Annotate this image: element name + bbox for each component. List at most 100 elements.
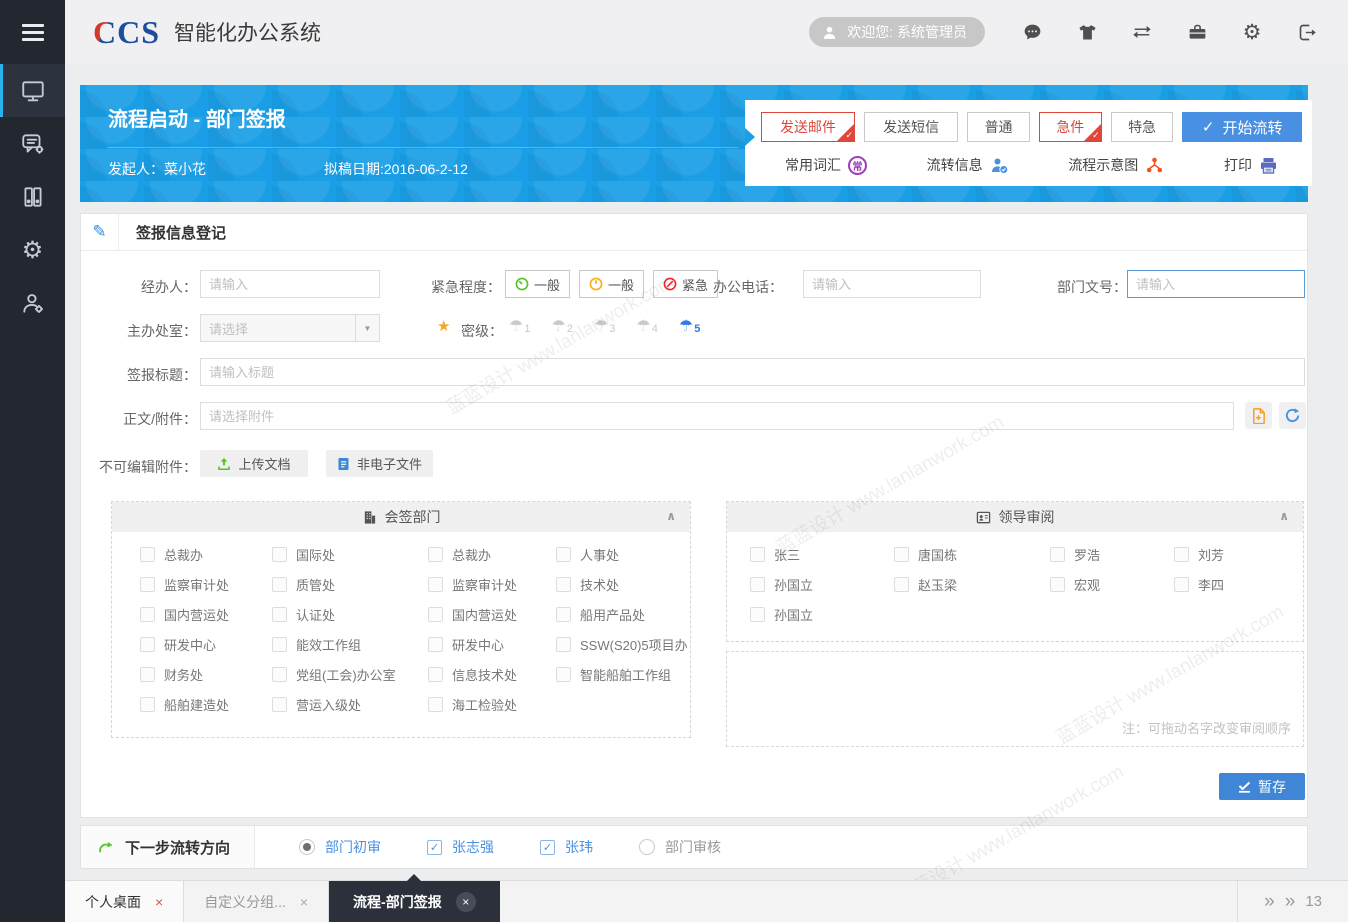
countersign-item[interactable]: 国内营运处 <box>140 605 272 624</box>
checkbox[interactable] <box>428 577 443 592</box>
countersign-item[interactable]: 信息技术处 <box>428 665 556 684</box>
tab-personal-desktop[interactable]: 个人桌面 × <box>65 881 184 922</box>
theme-skin-icon[interactable] <box>1076 21 1098 43</box>
countersign-item[interactable]: 国内营运处 <box>428 605 556 624</box>
flow-diagram-link[interactable]: 流程示意图 <box>1068 155 1164 175</box>
checkbox[interactable] <box>1174 577 1189 592</box>
close-icon[interactable]: × <box>456 892 476 912</box>
checkbox[interactable] <box>556 637 571 652</box>
dropdown-arrow-icon[interactable]: ▼ <box>355 315 379 341</box>
sidebar-item-archives[interactable] <box>0 170 65 223</box>
swap-arrows-icon[interactable] <box>1131 21 1153 43</box>
checkbox[interactable] <box>272 577 287 592</box>
countersign-item[interactable]: 智能船舶工作组 <box>556 665 690 684</box>
checkbox[interactable] <box>428 637 443 652</box>
countersign-item[interactable]: 总裁办 <box>140 545 272 564</box>
priority-extra-urgent-button[interactable]: 特急 <box>1111 112 1174 142</box>
review-order-dropzone[interactable]: 注：可拖动名字改变审阅顺序 <box>726 651 1304 747</box>
secrecy-level-5-selected[interactable]: ☂5 <box>679 316 700 335</box>
handler-input[interactable] <box>200 270 380 298</box>
sidebar-item-desktop[interactable] <box>0 64 65 117</box>
checkbox[interactable] <box>272 607 287 622</box>
countersign-item[interactable]: 认证处 <box>272 605 428 624</box>
checkbox[interactable] <box>750 607 765 622</box>
upload-doc-button[interactable]: 上传文档 <box>200 450 308 477</box>
host-office-select[interactable]: 请选择 ▼ <box>200 314 380 342</box>
settings-gear-icon[interactable]: ⚙ <box>1241 21 1263 43</box>
title-input[interactable] <box>200 358 1305 386</box>
checkbox[interactable] <box>1050 577 1065 592</box>
countersign-item[interactable]: 海工检验处 <box>428 695 556 714</box>
countersign-item[interactable]: 技术处 <box>556 575 690 594</box>
leader-item[interactable]: 刘芳 <box>1174 545 1303 564</box>
countersign-header[interactable]: 会签部门 ∧ <box>112 502 690 532</box>
countersign-item[interactable]: 研发中心 <box>428 635 556 654</box>
countersign-item[interactable]: 船用产品处 <box>556 605 690 624</box>
message-icon[interactable] <box>1021 21 1043 43</box>
countersign-item[interactable]: 党组(工会)办公室 <box>272 665 428 684</box>
send-sms-button[interactable]: 发送短信 <box>864 112 958 142</box>
double-chevron-icon[interactable]: » <box>1264 891 1273 913</box>
leader-item[interactable]: 唐国栋 <box>894 545 1050 564</box>
checkbox[interactable] <box>428 607 443 622</box>
checkbox[interactable] <box>140 637 155 652</box>
checkbox[interactable] <box>428 697 443 712</box>
sidebar-item-settings[interactable]: ⚙ <box>0 223 65 276</box>
briefcase-icon[interactable] <box>1186 21 1208 43</box>
tab-custom-group[interactable]: 自定义分组... × <box>184 881 329 922</box>
countersign-item[interactable]: 总裁办 <box>428 545 556 564</box>
refresh-button[interactable] <box>1279 402 1306 429</box>
secrecy-level-4[interactable]: ☂4 <box>636 316 657 335</box>
leader-item[interactable]: 张三 <box>750 545 894 564</box>
checkbox[interactable] <box>1174 547 1189 562</box>
flow-option-zhangwei[interactable]: ✓张玮 <box>540 837 593 857</box>
checkbox[interactable] <box>140 697 155 712</box>
hamburger-menu-icon[interactable] <box>0 0 65 64</box>
checkbox[interactable] <box>272 667 287 682</box>
leader-item[interactable]: 孙国立 <box>750 575 894 594</box>
print-link[interactable]: 打印 <box>1224 155 1278 175</box>
doc-number-input[interactable] <box>1127 270 1305 298</box>
checkbox-checked[interactable]: ✓ <box>540 840 555 855</box>
checkbox[interactable] <box>750 577 765 592</box>
checkbox[interactable] <box>1050 547 1065 562</box>
flow-option-zhangzhiqiang[interactable]: ✓张志强 <box>427 837 494 857</box>
leader-item[interactable]: 赵玉梁 <box>894 575 1050 594</box>
countersign-item[interactable]: 营运入级处 <box>272 695 428 714</box>
logout-icon[interactable] <box>1296 21 1318 43</box>
body-attachment-input[interactable] <box>200 402 1234 430</box>
checkbox[interactable] <box>556 547 571 562</box>
priority-urgent-button[interactable]: 急件✓ <box>1039 112 1102 142</box>
flow-option-dept-first-review[interactable]: 部门初审 <box>299 837 381 857</box>
checkbox[interactable] <box>140 607 155 622</box>
checkbox[interactable] <box>428 667 443 682</box>
radio-unselected[interactable] <box>639 839 655 855</box>
non-electronic-file-button[interactable]: 非电子文件 <box>326 450 433 477</box>
radio-selected[interactable] <box>299 839 315 855</box>
checkbox[interactable] <box>140 667 155 682</box>
collapse-chevron-icon[interactable]: ∧ <box>666 509 676 523</box>
common-words-link[interactable]: 常用词汇常 <box>785 155 867 175</box>
edit-pencil-icon[interactable]: ✎ <box>81 214 119 250</box>
sidebar-item-user-admin[interactable] <box>0 276 65 329</box>
checkbox[interactable] <box>272 547 287 562</box>
checkbox[interactable] <box>140 547 155 562</box>
countersign-item[interactable]: 监察审计处 <box>140 575 272 594</box>
checkbox[interactable] <box>272 697 287 712</box>
checkbox[interactable] <box>272 637 287 652</box>
secrecy-level-2[interactable]: ☂2 <box>551 316 572 335</box>
leader-review-header[interactable]: 领导审阅 ∧ <box>727 502 1303 532</box>
checkbox[interactable] <box>556 667 571 682</box>
countersign-item[interactable]: 国际处 <box>272 545 428 564</box>
checkbox[interactable] <box>556 577 571 592</box>
countersign-item[interactable]: 人事处 <box>556 545 690 564</box>
priority-normal-button[interactable]: 普通 <box>967 112 1030 142</box>
urgency-option-normal-green[interactable]: 一般 <box>505 270 570 298</box>
send-mail-button[interactable]: 发送邮件✓ <box>761 112 855 142</box>
countersign-item[interactable]: 船舶建造处 <box>140 695 272 714</box>
tab-process-dept-signoff[interactable]: 流程-部门签报 × <box>329 881 500 922</box>
close-icon[interactable]: × <box>300 894 308 910</box>
checkbox[interactable] <box>894 547 909 562</box>
countersign-item[interactable]: SSW(S20)5项目办 <box>556 635 690 654</box>
countersign-item[interactable]: 能效工作组 <box>272 635 428 654</box>
